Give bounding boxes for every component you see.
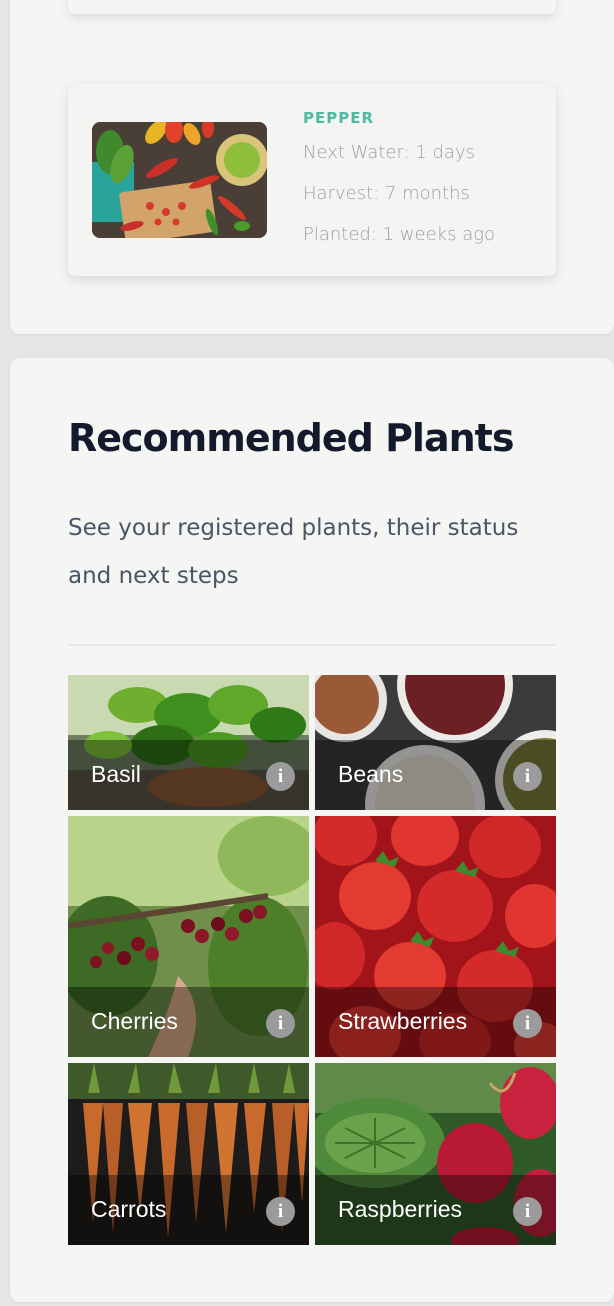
- plant-tile-beans[interactable]: Beans i: [315, 675, 556, 810]
- plant-tile-carrots[interactable]: Carrots i: [68, 1063, 309, 1245]
- next-water-text: Next Water: 1 days: [303, 142, 475, 163]
- info-icon[interactable]: i: [266, 1009, 295, 1038]
- info-icon[interactable]: i: [266, 762, 295, 791]
- plant-tile-raspberries[interactable]: Raspberries i: [315, 1063, 556, 1245]
- section-title: Recommended Plants: [68, 416, 514, 460]
- plant-tile-strawberries[interactable]: Strawberries i: [315, 816, 556, 1057]
- tile-label: Cherries: [91, 1008, 178, 1034]
- info-icon[interactable]: i: [513, 1197, 542, 1226]
- my-plants-panel: PEPPER Next Water: 1 days Harvest: 7 mon…: [10, 0, 614, 334]
- tile-label: Strawberries: [338, 1008, 468, 1034]
- tile-label: Raspberries: [338, 1196, 462, 1222]
- plant-card-pepper[interactable]: PEPPER Next Water: 1 days Harvest: 7 mon…: [68, 84, 556, 276]
- section-divider: [68, 644, 556, 646]
- pepper-image: [92, 122, 267, 238]
- info-icon[interactable]: i: [513, 1009, 542, 1038]
- plant-tile-cherries[interactable]: Cherries i: [68, 816, 309, 1057]
- planted-text: Planted: 1 weeks ago: [303, 224, 496, 245]
- previous-plant-card[interactable]: [68, 0, 556, 14]
- pepper-photo: [92, 122, 267, 238]
- info-icon[interactable]: i: [513, 762, 542, 791]
- tile-label: Carrots: [91, 1196, 167, 1222]
- tile-label: Basil: [91, 761, 141, 787]
- plant-name: PEPPER: [303, 109, 375, 127]
- section-subtitle: See your registered plants, their status…: [68, 515, 519, 589]
- info-icon[interactable]: i: [266, 1197, 295, 1226]
- recommended-plants-section: Recommended Plants See your registered p…: [10, 358, 614, 1302]
- tile-label: Beans: [338, 761, 404, 787]
- harvest-text: Harvest: 7 months: [303, 183, 470, 204]
- plant-info: PEPPER Next Water: 1 days Harvest: 7 mon…: [303, 106, 543, 261]
- plant-tile-basil[interactable]: Basil i: [68, 675, 309, 810]
